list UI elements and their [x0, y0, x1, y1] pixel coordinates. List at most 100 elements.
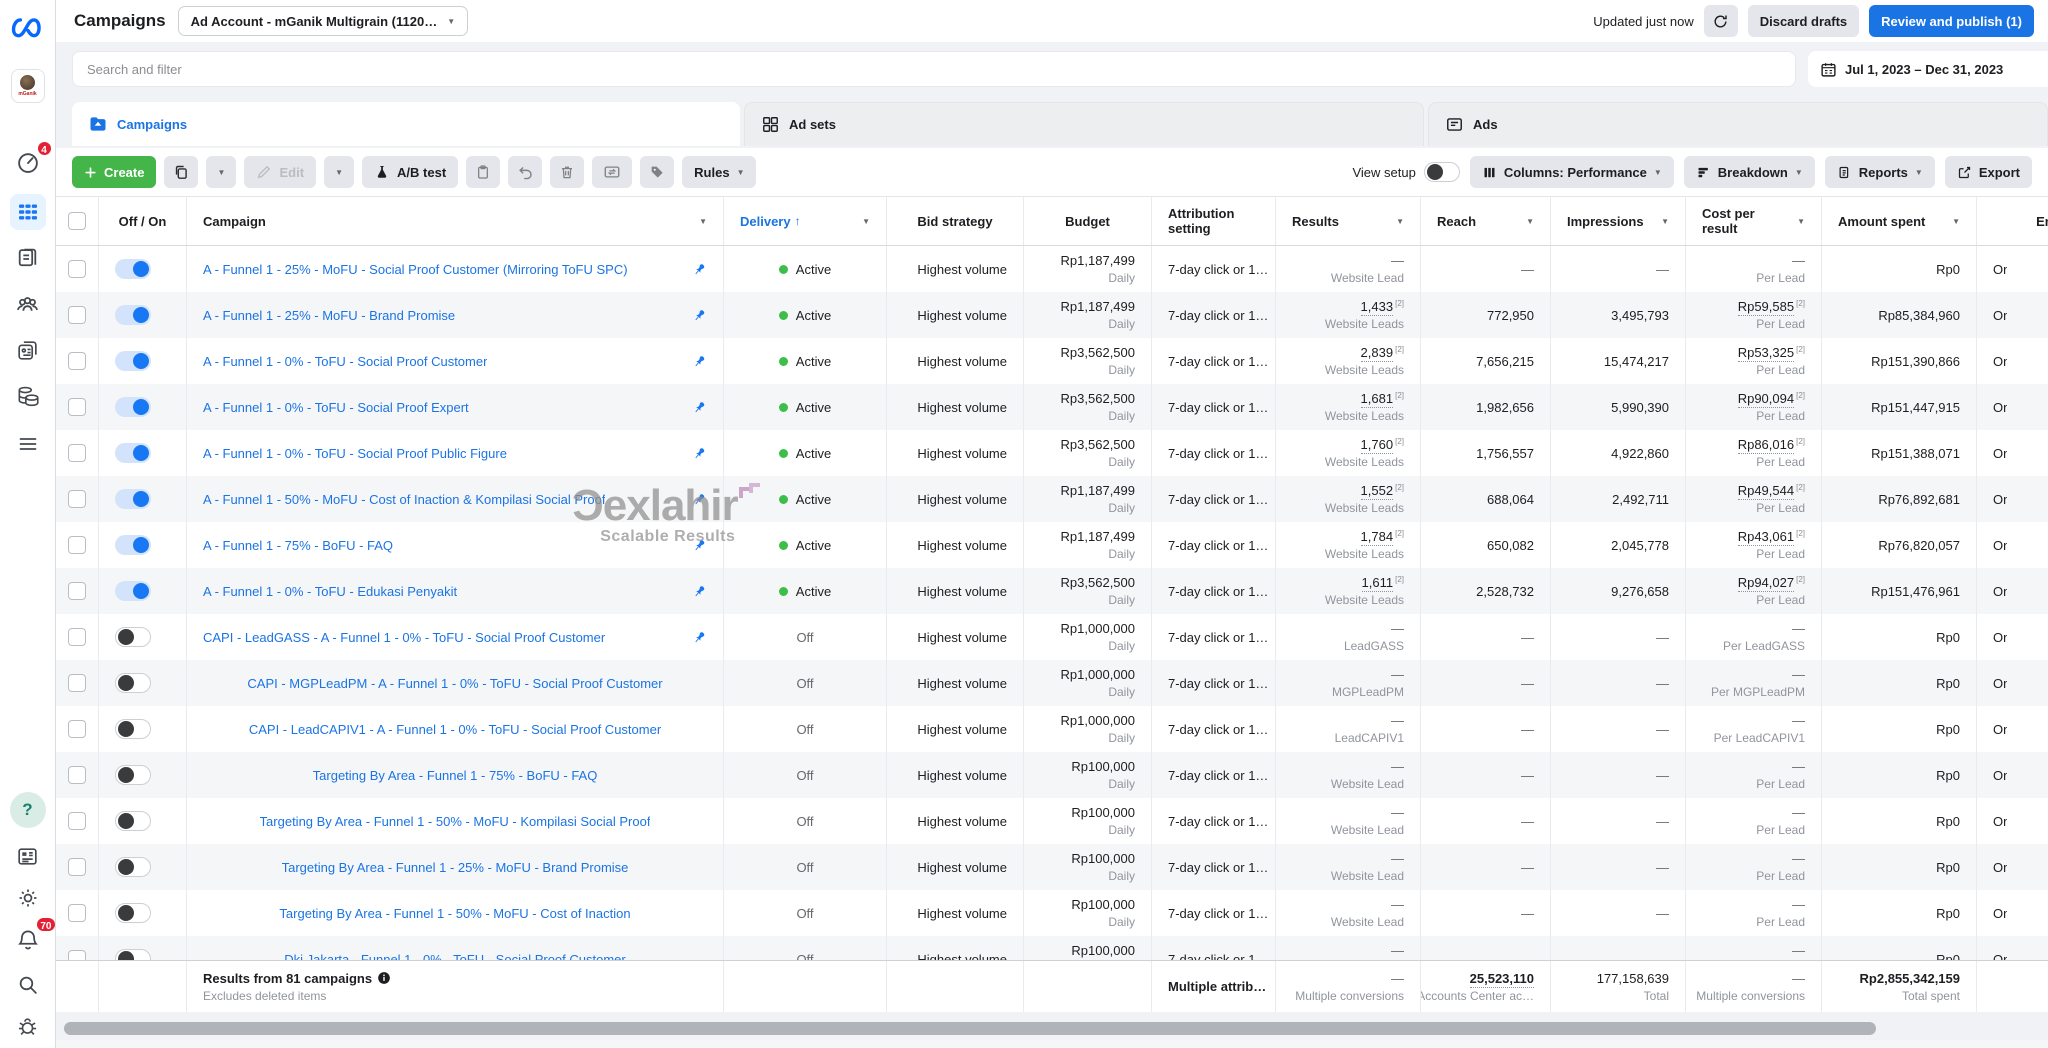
- search-input[interactable]: [87, 61, 1781, 77]
- column-header-amount-spent[interactable]: Amount spent ▼: [1822, 197, 1977, 245]
- duplicate-button[interactable]: [164, 156, 199, 188]
- results-value[interactable]: 1,784: [1360, 529, 1394, 546]
- campaign-toggle[interactable]: [115, 719, 151, 739]
- row-checkbox[interactable]: [68, 720, 86, 738]
- campaign-name-link[interactable]: A - Funnel 1 - 25% - MoFU - Brand Promis…: [203, 308, 455, 323]
- results-value[interactable]: —: [1391, 621, 1404, 637]
- campaign-toggle[interactable]: [115, 535, 151, 555]
- row-checkbox[interactable]: [68, 766, 86, 784]
- info-icon[interactable]: [377, 971, 391, 985]
- campaign-name-link[interactable]: CAPI - MGPLeadPM - A - Funnel 1 - 0% - T…: [247, 676, 662, 691]
- cost-per-result-value[interactable]: —: [1792, 667, 1805, 683]
- cost-per-result-value[interactable]: Rp53,325: [1737, 345, 1795, 362]
- campaign-name-link[interactable]: Dki Jakarta - Funnel 1 - 0% - ToFU - Soc…: [284, 952, 626, 961]
- column-header-bid-strategy[interactable]: Bid strategy: [887, 197, 1024, 245]
- row-checkbox[interactable]: [68, 858, 86, 876]
- cost-per-result-value[interactable]: —: [1792, 759, 1805, 775]
- help-icon[interactable]: ?: [9, 792, 46, 828]
- campaign-toggle[interactable]: [115, 397, 151, 417]
- cost-per-result-value[interactable]: —: [1792, 805, 1805, 821]
- create-button[interactable]: Create: [72, 156, 157, 188]
- campaign-toggle[interactable]: [115, 305, 151, 325]
- settings-gear-icon[interactable]: [10, 880, 46, 916]
- row-checkbox[interactable]: [68, 536, 86, 554]
- results-value[interactable]: 1,433: [1360, 299, 1394, 316]
- preview-switch-button[interactable]: [592, 156, 633, 188]
- campaign-name-link[interactable]: CAPI - LeadCAPIV1 - A - Funnel 1 - 0% - …: [249, 722, 661, 737]
- report-bug-icon[interactable]: [10, 1008, 46, 1044]
- cost-per-result-value[interactable]: Rp90,094: [1737, 391, 1795, 408]
- campaign-name-link[interactable]: A - Funnel 1 - 75% - BoFU - FAQ: [203, 538, 393, 553]
- results-value[interactable]: —: [1391, 253, 1404, 269]
- tags-button[interactable]: [640, 156, 675, 188]
- results-value[interactable]: 1,611: [1361, 575, 1394, 592]
- row-checkbox[interactable]: [68, 674, 86, 692]
- results-value[interactable]: 1,681: [1360, 391, 1394, 408]
- sidebar-item-pages-icon[interactable]: [10, 240, 46, 276]
- results-value[interactable]: 1,760: [1360, 437, 1394, 454]
- results-value[interactable]: 2,839: [1360, 345, 1394, 362]
- column-header-impressions[interactable]: Impressions ▼: [1551, 197, 1686, 245]
- edit-options-button[interactable]: ▼: [324, 156, 355, 188]
- results-value[interactable]: 1,552: [1360, 483, 1394, 500]
- row-checkbox[interactable]: [68, 812, 86, 830]
- campaign-toggle[interactable]: [115, 903, 151, 923]
- row-checkbox[interactable]: [68, 904, 86, 922]
- column-header-budget[interactable]: Budget: [1024, 197, 1152, 245]
- results-value[interactable]: —: [1391, 713, 1404, 729]
- row-checkbox[interactable]: [68, 306, 86, 324]
- campaign-name-link[interactable]: A - Funnel 1 - 0% - ToFU - Social Proof …: [203, 446, 507, 461]
- account-overview-icon[interactable]: 4: [10, 140, 53, 180]
- campaign-toggle[interactable]: [115, 811, 151, 831]
- results-value[interactable]: —: [1391, 759, 1404, 775]
- column-header-results[interactable]: Results ▼: [1276, 197, 1421, 245]
- tab-ad-sets[interactable]: Ad sets: [744, 102, 1424, 146]
- undo-button[interactable]: [508, 156, 543, 188]
- campaign-toggle[interactable]: [115, 351, 151, 371]
- row-checkbox[interactable]: [68, 582, 86, 600]
- ad-account-avatar[interactable]: mGanik: [10, 68, 46, 104]
- results-value[interactable]: —: [1391, 897, 1404, 913]
- row-checkbox[interactable]: [68, 444, 86, 462]
- column-header-attribution[interactable]: Attribution setting: [1152, 197, 1276, 245]
- cost-per-result-value[interactable]: —: [1792, 621, 1805, 637]
- paste-button[interactable]: [466, 156, 501, 188]
- row-checkbox[interactable]: [68, 950, 86, 960]
- reports-button[interactable]: Reports ▼: [1824, 156, 1935, 188]
- cost-per-result-value[interactable]: Rp59,585: [1737, 299, 1795, 316]
- columns-button[interactable]: Columns: Performance ▼: [1469, 156, 1674, 188]
- campaign-toggle[interactable]: [115, 949, 151, 960]
- discard-drafts-button[interactable]: Discard drafts: [1747, 5, 1860, 37]
- horizontal-scrollbar[interactable]: [64, 1022, 1876, 1035]
- campaign-toggle[interactable]: [115, 857, 151, 877]
- cost-per-result-value[interactable]: Rp86,016: [1737, 437, 1795, 454]
- campaign-toggle[interactable]: [115, 765, 151, 785]
- row-checkbox[interactable]: [68, 260, 86, 278]
- results-value[interactable]: —: [1391, 805, 1404, 821]
- row-checkbox[interactable]: [68, 398, 86, 416]
- campaign-toggle[interactable]: [115, 673, 151, 693]
- column-header-reach[interactable]: Reach ▼: [1421, 197, 1551, 245]
- campaign-name-link[interactable]: Targeting By Area - Funnel 1 - 25% - MoF…: [282, 860, 629, 875]
- delete-button[interactable]: [550, 156, 585, 188]
- sidebar-item-campaigns[interactable]: [9, 194, 46, 230]
- notifications-bell-icon[interactable]: 70: [10, 916, 55, 958]
- results-value[interactable]: —: [1391, 851, 1404, 867]
- select-all-checkbox[interactable]: [68, 212, 86, 230]
- campaign-toggle[interactable]: [115, 259, 151, 279]
- results-value[interactable]: —: [1391, 667, 1404, 683]
- sidebar-item-audiences-icon[interactable]: [10, 286, 46, 322]
- cost-per-result-value[interactable]: —: [1792, 851, 1805, 867]
- campaign-toggle[interactable]: [115, 443, 151, 463]
- row-checkbox[interactable]: [68, 352, 86, 370]
- tab-ads[interactable]: Ads: [1428, 102, 2048, 146]
- business-news-icon[interactable]: [10, 838, 46, 874]
- all-tools-menu-icon[interactable]: [10, 426, 46, 462]
- row-checkbox[interactable]: [68, 628, 86, 646]
- campaign-name-link[interactable]: A - Funnel 1 - 25% - MoFU - Social Proof…: [203, 262, 628, 277]
- search-box[interactable]: [72, 51, 1796, 87]
- cost-per-result-value[interactable]: Rp94,027: [1737, 575, 1795, 592]
- export-button[interactable]: Export: [1944, 156, 2032, 188]
- campaign-name-link[interactable]: A - Funnel 1 - 50% - MoFU - Cost of Inac…: [203, 492, 605, 507]
- sidebar-item-billing-icon[interactable]: [10, 378, 46, 414]
